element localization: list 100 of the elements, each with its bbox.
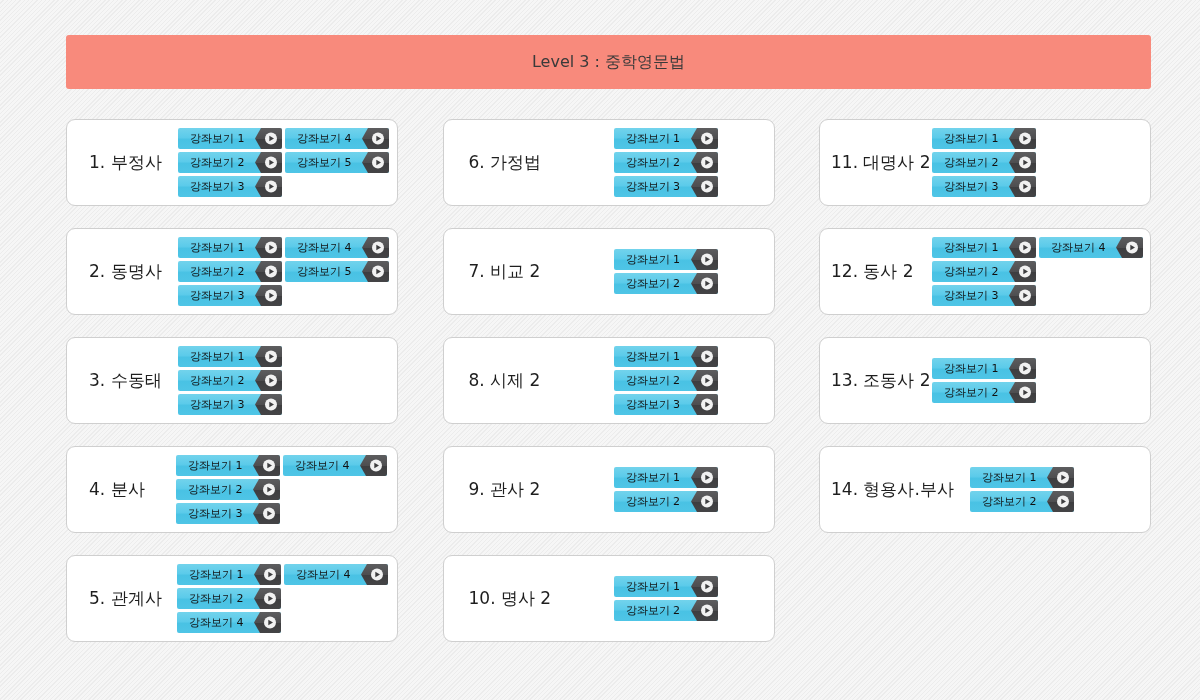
lecture-button[interactable]: 강좌보기 3 [613, 394, 718, 415]
play-icon [1008, 237, 1036, 258]
play-icon [361, 152, 389, 173]
play-icon [689, 273, 718, 294]
lecture-button[interactable]: 강좌보기 3 [178, 394, 282, 415]
topic-title: 5. 관계사 [89, 587, 163, 610]
play-icon [1008, 152, 1036, 173]
lecture-button[interactable]: 강좌보기 1 [613, 467, 718, 488]
lecture-button[interactable]: 강좌보기 1 [176, 455, 280, 476]
topic-title: 3. 수동태 [89, 369, 163, 392]
play-icon [689, 491, 718, 512]
lecture-button[interactable]: 강좌보기 3 [932, 176, 1036, 197]
play-icon [689, 394, 718, 415]
play-icon [1046, 491, 1074, 512]
play-icon [1115, 237, 1143, 258]
play-icon [689, 346, 718, 367]
play-icon [1008, 285, 1036, 306]
lecture-button[interactable]: 강좌보기 3 [613, 176, 718, 197]
lecture-button[interactable]: 강좌보기 3 [932, 285, 1036, 306]
lecture-button[interactable]: 강좌보기 4 [285, 237, 389, 258]
topic-title: 13. 조동사 2 [831, 369, 932, 392]
topic-title: 1. 부정사 [89, 151, 163, 174]
lecture-button[interactable]: 강좌보기 1 [613, 346, 718, 367]
play-icon [361, 128, 389, 149]
lecture-button[interactable]: 강좌보기 4 [285, 128, 389, 149]
play-icon [253, 612, 281, 633]
play-icon [1008, 358, 1036, 379]
lecture-button[interactable]: 강좌보기 4 [283, 455, 387, 476]
lecture-button[interactable]: 강좌보기 1 [178, 237, 282, 258]
play-icon [254, 394, 282, 415]
lecture-button[interactable]: 강좌보기 1 [178, 346, 282, 367]
play-icon [689, 176, 718, 197]
lecture-button[interactable]: 강좌보기 2 [932, 261, 1036, 282]
play-icon [689, 152, 718, 173]
play-icon [252, 503, 280, 524]
lecture-button[interactable]: 강좌보기 1 [932, 358, 1036, 379]
topic-title: 11. 대명사 2 [831, 151, 932, 174]
lecture-button[interactable]: 강좌보기 2 [178, 261, 282, 282]
lecture-button[interactable]: 강좌보기 4 [177, 612, 281, 633]
topic-title: 7. 비교 2 [468, 260, 542, 283]
play-icon [252, 455, 280, 476]
lecture-button[interactable]: 강좌보기 2 [613, 152, 718, 173]
topic-title: 2. 동명사 [89, 260, 163, 283]
lecture-button[interactable]: 강좌보기 2 [178, 370, 282, 391]
lecture-button[interactable]: 강좌보기 2 [932, 152, 1036, 173]
topic-title: 4. 분사 [89, 478, 146, 501]
lecture-button[interactable]: 강좌보기 1 [613, 128, 718, 149]
lecture-button[interactable]: 강좌보기 3 [176, 503, 280, 524]
play-icon [253, 588, 281, 609]
lecture-button[interactable]: 강좌보기 2 [176, 479, 280, 500]
lecture-button[interactable]: 강좌보기 5 [285, 261, 389, 282]
play-icon [689, 249, 718, 270]
lecture-button[interactable]: 강좌보기 1 [178, 128, 282, 149]
lecture-button[interactable]: 강좌보기 2 [613, 273, 718, 294]
play-icon [689, 467, 718, 488]
lecture-button[interactable]: 강좌보기 2 [932, 382, 1036, 403]
play-icon [1008, 176, 1036, 197]
play-icon [254, 370, 282, 391]
lecture-button[interactable]: 강좌보기 2 [613, 600, 718, 621]
lecture-button[interactable]: 강좌보기 1 [932, 128, 1036, 149]
topic-title: 12. 동사 2 [831, 260, 915, 283]
play-icon [254, 237, 282, 258]
lecture-button[interactable]: 강좌보기 1 [970, 467, 1074, 488]
topic-title: 8. 시제 2 [468, 369, 542, 392]
lecture-button[interactable]: 강좌보기 3 [178, 285, 282, 306]
lecture-button[interactable]: 강좌보기 4 [1039, 237, 1143, 258]
play-icon [254, 152, 282, 173]
lecture-button[interactable]: 강좌보기 2 [613, 370, 718, 391]
lecture-button[interactable]: 강좌보기 1 [613, 576, 718, 597]
topic-title: 10. 명사 2 [468, 587, 553, 610]
level-title: Level 3 : 중학영문법 [531, 51, 686, 73]
play-icon [1008, 128, 1036, 149]
play-icon [1008, 382, 1036, 403]
play-icon [254, 261, 282, 282]
play-icon [254, 176, 282, 197]
play-icon [359, 455, 387, 476]
topic-title: 9. 관사 2 [468, 478, 542, 501]
play-icon [252, 479, 280, 500]
lecture-button[interactable]: 강좌보기 1 [613, 249, 718, 270]
lecture-button[interactable]: 강좌보기 2 [178, 152, 282, 173]
lecture-button[interactable]: 강좌보기 1 [932, 237, 1036, 258]
play-icon [254, 346, 282, 367]
lecture-button[interactable]: 강좌보기 3 [178, 176, 282, 197]
play-icon [689, 128, 718, 149]
play-icon [689, 370, 718, 391]
play-icon [361, 261, 389, 282]
play-icon [1008, 261, 1036, 282]
play-icon [253, 564, 281, 585]
play-icon [254, 128, 282, 149]
lecture-button[interactable]: 강좌보기 1 [177, 564, 281, 585]
lecture-button[interactable]: 강좌보기 5 [285, 152, 389, 173]
play-icon [1046, 467, 1074, 488]
lecture-button[interactable]: 강좌보기 2 [177, 588, 281, 609]
topic-title: 6. 가정법 [468, 151, 543, 174]
lecture-button[interactable]: 강좌보기 2 [613, 491, 718, 512]
play-icon [361, 237, 389, 258]
play-icon [689, 600, 718, 621]
lecture-button[interactable]: 강좌보기 2 [970, 491, 1074, 512]
play-icon [254, 285, 282, 306]
lecture-button[interactable]: 강좌보기 4 [284, 564, 388, 585]
